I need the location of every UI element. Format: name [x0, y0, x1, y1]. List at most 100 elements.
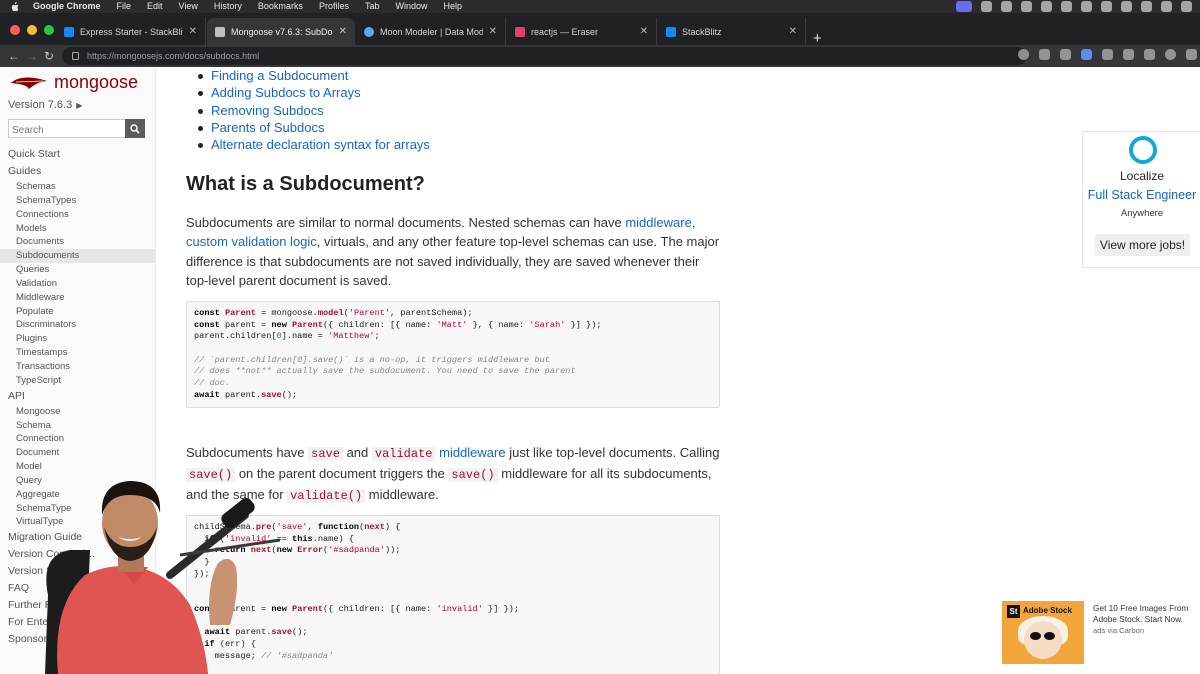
tab-moon-modeler[interactable]: Moon Modeler | Data Modeling… ✕ — [356, 18, 506, 45]
close-tab-icon[interactable]: ✕ — [789, 26, 797, 37]
code-block-1: const Parent = mongoose.model('Parent', … — [186, 301, 720, 408]
screen-share-icon[interactable] — [956, 1, 972, 12]
control-center-icon[interactable] — [1161, 1, 1172, 12]
ad-text[interactable]: Get 10 Free Images From Adobe Stock. Sta… — [1093, 603, 1199, 625]
menu-profiles[interactable]: Profiles — [319, 0, 349, 13]
moon-modeler-favicon-icon — [364, 26, 374, 37]
back-arrow-icon[interactable]: ← — [8, 48, 20, 64]
kebab-menu-icon[interactable] — [1186, 49, 1197, 60]
menu-bookmarks[interactable]: Bookmarks — [258, 0, 303, 13]
sidebar-item-connections[interactable]: Connections — [0, 208, 156, 222]
close-tab-icon[interactable]: ✕ — [339, 26, 347, 37]
search-box — [8, 119, 145, 139]
menu-app-name[interactable]: Google Chrome — [33, 0, 101, 13]
menu-file[interactable]: File — [117, 0, 132, 13]
wifi-icon[interactable] — [1121, 1, 1132, 12]
siri-icon[interactable] — [1181, 1, 1192, 12]
status-icon-1[interactable] — [981, 1, 992, 12]
tab-stackblitz[interactable]: StackBlitz ✕ — [658, 18, 806, 45]
bluetooth-icon[interactable] — [1081, 1, 1092, 12]
toc-link[interactable]: Adding Subdocs to Arrays — [186, 84, 430, 101]
forward-arrow-icon[interactable]: → — [26, 48, 38, 64]
ads-via-carbon-link[interactable]: ads via Carbon — [1093, 626, 1144, 635]
tab-express-starter[interactable]: Express Starter - StackBlitz ✕ — [56, 18, 206, 45]
mongoose-logo[interactable]: mongoose — [10, 72, 138, 93]
middleware-link-2[interactable]: middleware — [439, 445, 505, 460]
new-tab-plus-icon[interactable]: + — [813, 31, 822, 46]
sidebar-item-discriminators[interactable]: Discriminators — [0, 318, 156, 332]
eraser-favicon-icon — [515, 26, 525, 37]
share-icon[interactable] — [1039, 49, 1050, 60]
menu-help[interactable]: Help — [443, 0, 462, 13]
close-tab-icon[interactable]: ✕ — [640, 26, 648, 37]
sidebar-item-schema[interactable]: Schema — [0, 419, 156, 433]
sidebar-item-schemas[interactable]: Schemas — [0, 180, 156, 194]
sidebar-item-models[interactable]: Models — [0, 222, 156, 236]
menu-tab[interactable]: Tab — [365, 0, 380, 13]
close-tab-icon[interactable]: ✕ — [489, 26, 497, 37]
search-icon[interactable] — [1141, 1, 1152, 12]
version-selector[interactable]: Version 7.6.3 ▶ — [8, 99, 82, 111]
profile-avatar-icon[interactable] — [1165, 49, 1176, 60]
macos-menu-bar: Google Chrome File Edit View History Boo… — [0, 0, 1200, 13]
close-tab-icon[interactable]: ✕ — [189, 26, 197, 37]
toc-link[interactable]: Alternate declaration syntax for arrays — [186, 136, 430, 153]
sidebar-item-timestamps[interactable]: Timestamps — [0, 346, 156, 360]
sidebar-item-validation[interactable]: Validation — [0, 277, 156, 291]
search-button[interactable] — [125, 119, 145, 138]
sidebar-item-populate[interactable]: Populate — [0, 305, 156, 319]
ad-image[interactable]: St Adobe Stock — [1002, 601, 1084, 664]
search-input[interactable] — [9, 122, 126, 139]
reload-icon[interactable]: ↻ — [44, 48, 54, 64]
sidebar-item-queries[interactable]: Queries — [0, 263, 156, 277]
puzzle-extensions-icon[interactable] — [1123, 49, 1134, 60]
tab-mongoose-subdocs[interactable]: Mongoose v7.6.3: SubDocum… ✕ — [207, 18, 355, 45]
sidebar-item-schematypes[interactable]: SchemaTypes — [0, 194, 156, 208]
status-icon-3[interactable] — [1021, 1, 1032, 12]
battery-icon[interactable] — [1101, 1, 1112, 12]
custom-validation-link[interactable]: custom validation logic — [186, 234, 317, 249]
tab-reactjs-eraser[interactable]: reactjs — Eraser ✕ — [507, 18, 657, 45]
menu-history[interactable]: History — [214, 0, 242, 13]
bookmark-star-icon[interactable] — [1060, 49, 1071, 60]
sidebar-item-transactions[interactable]: Transactions — [0, 360, 156, 374]
address-bar[interactable]: https://mongoosejs.com/docs/subdocs.html — [62, 47, 1027, 65]
sidebar-item-middleware[interactable]: Middleware — [0, 291, 156, 305]
sidebar-item-documents[interactable]: Documents — [0, 235, 156, 249]
status-icon-2[interactable] — [1001, 1, 1012, 12]
sidebar-item-typescript[interactable]: TypeScript — [0, 374, 156, 388]
sidebar-item-connection[interactable]: Connection — [0, 432, 156, 446]
view-more-jobs-button[interactable]: View more jobs! — [1095, 234, 1190, 256]
sidebar-item-api[interactable]: API — [0, 388, 156, 405]
menu-edit[interactable]: Edit — [147, 0, 163, 13]
toc-link[interactable]: Finding a Subdocument — [186, 67, 430, 84]
menu-view[interactable]: View — [179, 0, 198, 13]
menu-window[interactable]: Window — [395, 0, 427, 13]
google-lens-icon[interactable] — [1018, 49, 1029, 60]
job-role-link[interactable]: Full Stack Engineer — [1083, 188, 1200, 202]
sidebar-item-mongoose[interactable]: Mongoose — [0, 405, 156, 419]
menubar-status-icons — [956, 1, 1192, 12]
code-line: const Parent = mongoose.model('Parent', … — [194, 308, 473, 318]
sidebar-item-subdocuments[interactable]: Subdocuments — [0, 249, 156, 264]
toc-link[interactable]: Removing Subdocs — [186, 102, 430, 119]
lock-icon[interactable] — [72, 52, 79, 60]
sidebar-item-guides[interactable]: Guides — [0, 163, 156, 180]
side-panel-icon[interactable] — [1144, 49, 1155, 60]
status-icon-4[interactable] — [1041, 1, 1052, 12]
extension-icon-2[interactable] — [1102, 49, 1113, 60]
apple-icon[interactable] — [10, 1, 19, 12]
zoom-window-button[interactable] — [44, 25, 54, 35]
close-window-button[interactable] — [10, 25, 20, 35]
sidebar-item-quick-start[interactable]: Quick Start — [0, 146, 156, 163]
middleware-link[interactable]: middleware — [625, 215, 691, 230]
toc-link[interactable]: Parents of Subdocs — [186, 119, 430, 136]
address-url[interactable]: https://mongoosejs.com/docs/subdocs.html — [87, 51, 259, 61]
carbon-ad[interactable]: St Adobe Stock Get 10 Free Images From A… — [1002, 601, 1200, 667]
status-icon-5[interactable] — [1061, 1, 1072, 12]
extension-icon[interactable] — [1081, 49, 1092, 60]
window-controls — [10, 25, 54, 35]
sidebar-item-plugins[interactable]: Plugins — [0, 332, 156, 346]
minimize-window-button[interactable] — [27, 25, 37, 35]
